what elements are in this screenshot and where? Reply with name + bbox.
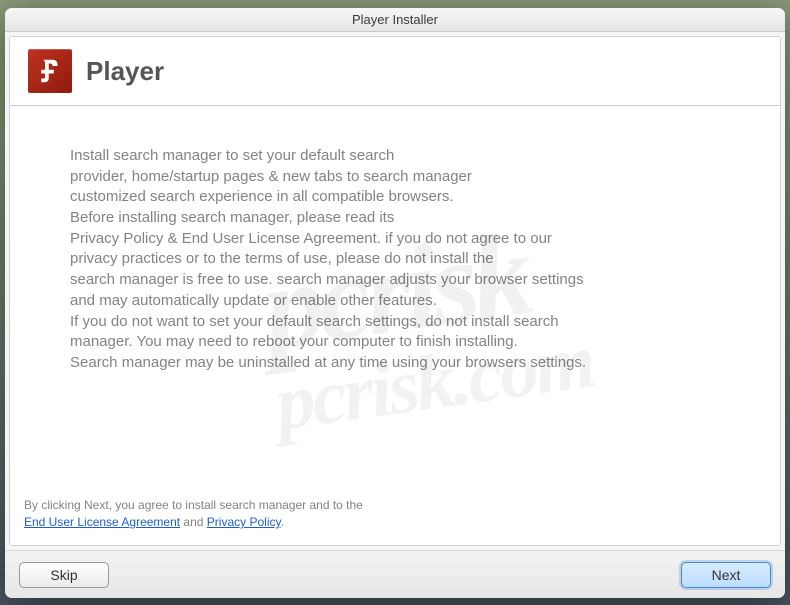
body-line: Search manager may be uninstalled at any… — [70, 353, 720, 374]
window-title: Player Installer — [352, 12, 438, 27]
body-line: and may automatically update or enable o… — [70, 291, 720, 312]
window-titlebar: Player Installer — [5, 8, 785, 32]
body-line: If you do not want to set your default s… — [70, 312, 720, 333]
body-line: provider, home/startup pages & new tabs … — [70, 167, 720, 188]
body-line: Privacy Policy & End User License Agreem… — [70, 229, 720, 250]
body-line: manager. You may need to reboot your com… — [70, 332, 720, 353]
agreement-prefix: By clicking Next, you agree to install s… — [24, 498, 363, 512]
disclosure-text: Install search manager to set your defau… — [10, 106, 780, 487]
content-area: pcrisk pcrisk.com Player Install search … — [9, 36, 781, 546]
agreement-and: and — [180, 515, 207, 529]
header: Player — [10, 37, 780, 106]
next-button[interactable]: Next — [681, 562, 771, 588]
skip-button[interactable]: Skip — [19, 562, 109, 588]
body-line: privacy practices or to the terms of use… — [70, 249, 720, 270]
footer: Skip Next — [5, 550, 785, 598]
body-line: search manager is free to use. search ma… — [70, 270, 720, 291]
privacy-policy-link[interactable]: Privacy Policy — [207, 515, 281, 529]
app-title: Player — [86, 56, 164, 87]
eula-link[interactable]: End User License Agreement — [24, 515, 180, 529]
agreement-text: By clicking Next, you agree to install s… — [10, 487, 780, 545]
body-line: customized search experience in all comp… — [70, 187, 720, 208]
body-line: Install search manager to set your defau… — [70, 146, 720, 167]
agreement-period: . — [281, 515, 284, 529]
installer-window: Player Installer pcrisk pcrisk.com Playe… — [5, 8, 785, 598]
flash-player-icon — [28, 49, 72, 93]
body-line: Before installing search manager, please… — [70, 208, 720, 229]
